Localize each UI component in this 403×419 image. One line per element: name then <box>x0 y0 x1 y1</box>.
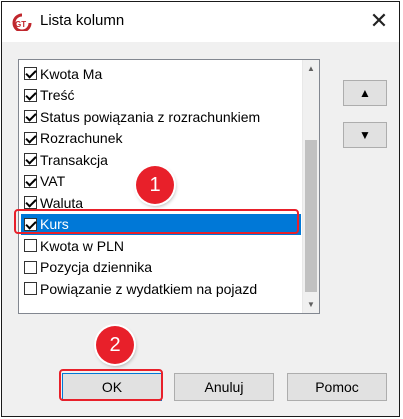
svg-text:GT: GT <box>15 20 26 29</box>
list-item-label: Rozrachunek <box>40 130 123 146</box>
checkbox[interactable] <box>24 110 37 123</box>
step-badge-1: 1 <box>136 166 174 204</box>
highlight-outline-ok <box>59 369 163 401</box>
scrollbar-thumb[interactable] <box>305 140 317 292</box>
list-item[interactable]: Pozycja dziennika <box>21 257 301 278</box>
list-item[interactable]: Kwota w PLN <box>21 235 301 256</box>
checkbox[interactable] <box>24 131 37 145</box>
move-down-button[interactable]: ▼ <box>343 122 387 148</box>
dialog-title: Lista kolumn <box>40 12 125 29</box>
list-item-label: Pozycja dziennika <box>40 259 153 275</box>
list-item[interactable]: Status powiązania z rozrachunkiem <box>21 106 301 127</box>
checkbox[interactable] <box>24 88 37 102</box>
list-item-label: Kwota w PLN <box>40 237 125 254</box>
highlight-outline-kurs <box>14 209 299 234</box>
scroll-up-icon[interactable]: ▲ <box>303 60 319 77</box>
close-icon[interactable]: ✕ <box>366 8 392 34</box>
list-item-label: Kwota Ma <box>40 65 103 82</box>
checkbox[interactable] <box>24 282 37 295</box>
scroll-down-icon[interactable]: ▼ <box>303 296 319 313</box>
checkbox[interactable] <box>24 67 37 80</box>
checkbox[interactable] <box>24 174 37 188</box>
checkbox[interactable] <box>24 260 37 274</box>
help-button[interactable]: Pomoc <box>287 373 387 401</box>
cancel-button[interactable]: Anuluj <box>174 373 274 401</box>
checkbox[interactable] <box>24 239 37 252</box>
list-scrollbar[interactable]: ▲ ▼ <box>302 60 319 313</box>
checkbox[interactable] <box>24 196 37 209</box>
list-item[interactable]: Rozrachunek <box>21 128 301 149</box>
move-up-button[interactable]: ▲ <box>343 80 387 106</box>
list-item-label: Status powiązania z rozrachunkiem <box>40 108 261 125</box>
step-badge-2: 2 <box>96 326 134 364</box>
list-item[interactable]: Powiązanie z wydatkiem na pojazd <box>21 278 301 299</box>
checkbox[interactable] <box>24 153 37 166</box>
list-item[interactable]: Treść <box>21 85 301 106</box>
list-item-label: Powiązanie z wydatkiem na pojazd <box>40 280 258 297</box>
title-bar: GT Lista kolumn ✕ <box>2 2 399 42</box>
list-item-label: VAT <box>40 173 66 189</box>
app-logo-icon: GT <box>12 13 32 33</box>
list-item-label: Transakcja <box>40 151 108 168</box>
list-item[interactable]: Kwota Ma <box>21 63 301 84</box>
list-item-label: Treść <box>40 87 75 103</box>
